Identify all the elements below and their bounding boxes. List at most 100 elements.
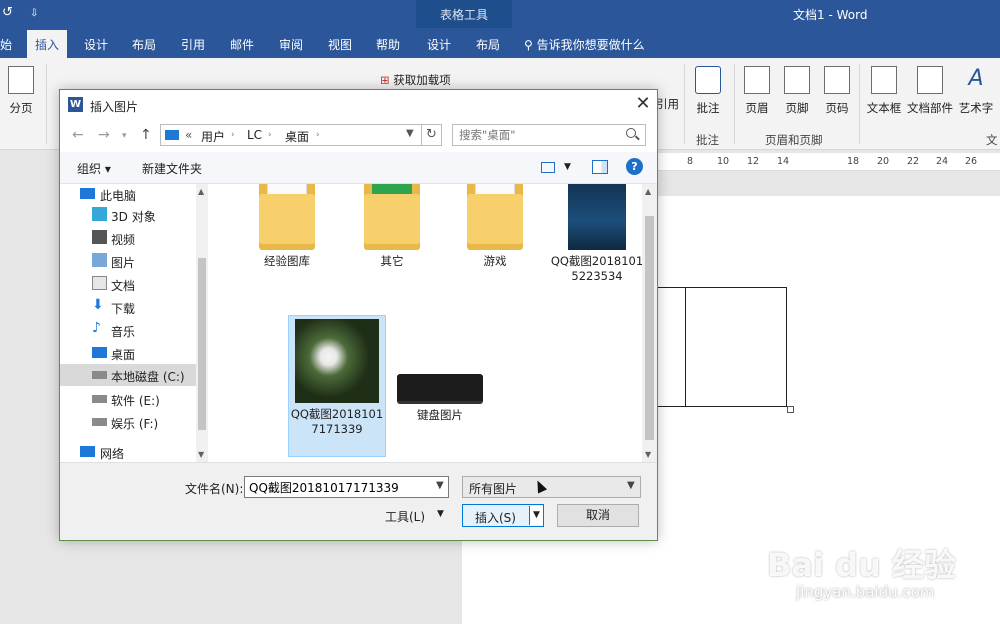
ruler-tick-label: 10 <box>717 156 730 167</box>
file-item-folder-jingyan[interactable]: 经验图库 <box>238 184 336 269</box>
nav-item-music[interactable]: ♪ 音乐 <box>80 319 204 341</box>
file-item-qq-screenshot-1[interactable]: QQ截图20181015223534 <box>548 184 646 284</box>
header-button[interactable]: 页眉 <box>743 66 771 116</box>
wordart-button[interactable]: A 艺术字 <box>958 66 994 116</box>
view-options-icon[interactable] <box>541 162 555 173</box>
file-item-folder-other[interactable]: 其它 <box>343 184 441 269</box>
preview-pane-icon[interactable] <box>592 160 608 174</box>
tab-layout[interactable]: 布局 <box>132 36 156 53</box>
file-item-keyboard-image[interactable]: 键盘图片 <box>391 374 489 423</box>
filename-label: 文件名(N): <box>185 482 244 496</box>
nav-item-pictures[interactable]: 图片 <box>80 250 204 272</box>
music-icon: ♪ <box>92 320 101 336</box>
file-item-qq-screenshot-2[interactable]: QQ截图20181017171339 <box>288 315 386 457</box>
scroll-down-icon[interactable]: ▼ <box>198 450 204 459</box>
horizontal-ruler[interactable]: 8 10 12 14 18 20 22 24 26 <box>657 153 1000 171</box>
back-arrow-icon[interactable]: ← <box>72 127 84 143</box>
image-thumbnail <box>397 374 483 404</box>
tab-view[interactable]: 视图 <box>328 36 352 53</box>
tools-dropdown-icon[interactable]: ▼ <box>437 509 444 519</box>
nav-item-local-disk-c[interactable]: 本地磁盘 (C:) <box>60 364 196 386</box>
forward-arrow-icon[interactable]: → <box>98 127 110 143</box>
customize-quick-access-icon[interactable]: ⇩ <box>30 8 38 19</box>
page-number-button[interactable]: 页码 <box>823 66 851 116</box>
tab-review[interactable]: 审阅 <box>279 36 303 53</box>
cross-reference-button[interactable]: 引用 <box>656 96 679 112</box>
tab-table-layout[interactable]: 布局 <box>476 36 500 53</box>
footer-button[interactable]: 页脚 <box>783 66 811 116</box>
organize-button[interactable]: 组织 ▾ <box>77 160 111 177</box>
file-type-select[interactable]: 所有图片 ▼ <box>462 476 641 498</box>
nav-item-videos[interactable]: 视频 <box>80 227 204 249</box>
address-bar[interactable]: « 用户 › LC › 桌面 › ▼ <box>160 124 422 146</box>
nav-item-documents[interactable]: 文档 <box>80 273 204 295</box>
file-scroll-thumb[interactable] <box>645 216 654 440</box>
header-label: 页眉 <box>745 101 769 115</box>
filename-input[interactable] <box>244 476 449 498</box>
page-break-button[interactable]: 分页 <box>6 66 36 116</box>
tools-button[interactable]: 工具(L) <box>385 508 425 525</box>
scroll-down-icon[interactable]: ▼ <box>645 450 651 459</box>
address-dropdown-icon[interactable]: ▼ <box>406 128 414 139</box>
tab-references[interactable]: 引用 <box>181 36 205 53</box>
document-table[interactable] <box>657 287 787 407</box>
tab-table-design[interactable]: 设计 <box>427 36 451 53</box>
nav-scrollbar[interactable]: ▲ ▼ <box>196 184 208 462</box>
view-dropdown-icon[interactable]: ▼ <box>564 162 571 172</box>
quick-parts-button[interactable]: 文档部件 <box>906 66 954 116</box>
textbox-button[interactable]: 文本框 <box>866 66 902 116</box>
breadcrumb-desktop[interactable]: 桌面 <box>285 128 309 145</box>
file-item-folder-games[interactable]: 游戏 <box>446 184 544 269</box>
breadcrumb-lc[interactable]: LC <box>247 128 262 142</box>
comment-label: 批注 <box>696 101 720 115</box>
filename-dropdown-icon[interactable]: ▼ <box>436 480 444 491</box>
nav-item-this-pc[interactable]: 此电脑 <box>80 184 204 205</box>
scroll-up-icon[interactable]: ▲ <box>198 187 204 196</box>
file-name: QQ截图20181017171339 <box>290 407 384 436</box>
breadcrumb-overflow[interactable]: « <box>185 128 192 142</box>
cancel-button[interactable]: 取消 <box>557 504 639 527</box>
insert-options-dropdown-icon[interactable]: ▼ <box>529 506 543 525</box>
file-list-scrollbar[interactable]: ▲ ▼ <box>642 184 657 462</box>
nav-item-label: 文档 <box>111 279 136 293</box>
close-icon[interactable]: ✕ <box>632 93 654 115</box>
comment-button[interactable]: 批注 <box>694 66 722 116</box>
tab-help[interactable]: 帮助 <box>376 36 400 53</box>
dialog-title-bar[interactable]: W 插入图片 ✕ <box>60 90 657 120</box>
nav-item-label: 下载 <box>111 302 136 316</box>
search-input[interactable] <box>452 124 646 146</box>
up-arrow-icon[interactable]: ↑ <box>140 127 152 143</box>
file-list: 经验图库 其它 游戏 QQ截图20181015223534 QQ截图201810… <box>208 184 657 462</box>
get-addins-button[interactable]: ⊞ 获取加载项 <box>380 72 451 88</box>
new-folder-button[interactable]: 新建文件夹 <box>142 160 202 177</box>
nav-scroll-thumb[interactable] <box>198 258 206 430</box>
insert-button[interactable]: 插入(S) ▼ <box>462 504 544 527</box>
tell-me-search[interactable]: ⚲ 告诉我你想要做什么 <box>524 36 645 53</box>
scroll-up-icon[interactable]: ▲ <box>645 187 651 196</box>
nav-item-label: 网络 <box>100 447 125 461</box>
textbox-label: 文本框 <box>866 101 902 115</box>
ruler-tick-label: 14 <box>777 156 790 167</box>
ruler-tick-label: 8 <box>687 156 694 167</box>
nav-item-downloads[interactable]: ⬇ 下载 <box>80 296 204 318</box>
tab-home[interactable]: 始 <box>0 36 12 53</box>
undo-icon[interactable]: ↺ <box>2 5 13 20</box>
nav-item-desktop[interactable]: 桌面 <box>80 342 204 364</box>
nav-item-drive-f[interactable]: 娱乐 (F:) <box>80 411 204 433</box>
baidu-watermark-logo: Bai du 经验 <box>767 546 956 584</box>
tab-mailings[interactable]: 邮件 <box>230 36 254 53</box>
breadcrumb-users[interactable]: 用户 <box>201 128 225 145</box>
nav-item-drive-e[interactable]: 软件 (E:) <box>80 388 204 410</box>
recent-locations-chevron-icon[interactable]: ▾ <box>122 131 127 141</box>
help-icon[interactable]: ? <box>626 158 643 175</box>
tab-insert[interactable]: 插入 <box>27 30 68 58</box>
comment-group-label: 批注 <box>696 133 719 147</box>
ruler-tick-label: 26 <box>965 156 978 167</box>
nav-item-3d-objects[interactable]: 3D 对象 <box>80 204 204 226</box>
tab-design[interactable]: 设计 <box>84 36 108 53</box>
refresh-icon[interactable]: ↻ <box>422 124 442 146</box>
word-app-icon: W <box>68 97 83 112</box>
table-resize-handle[interactable] <box>787 406 794 413</box>
nav-item-network[interactable]: 网络 <box>80 441 204 462</box>
quick-parts-label: 文档部件 <box>907 101 953 115</box>
